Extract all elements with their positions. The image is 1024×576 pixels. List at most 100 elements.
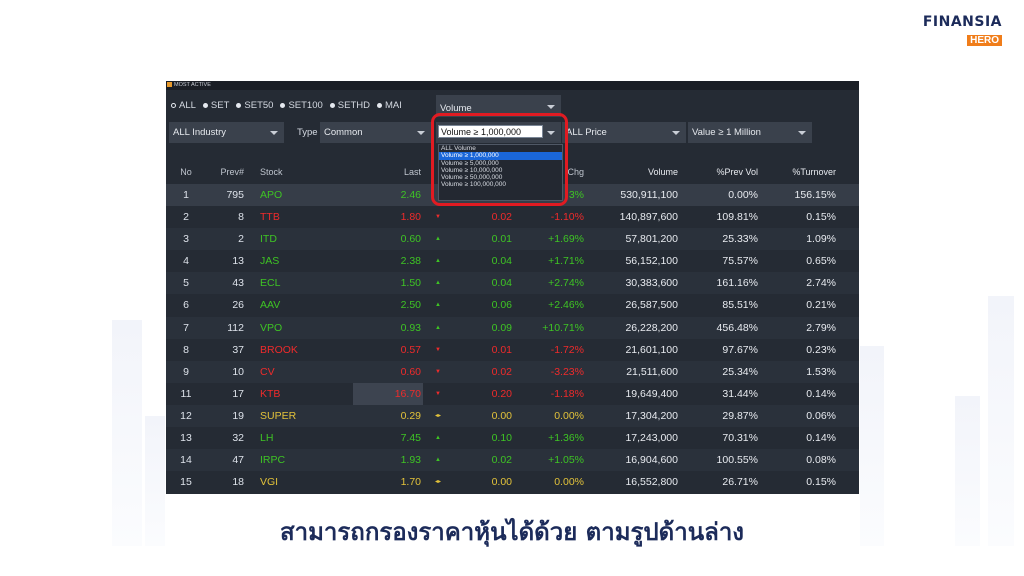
cell-volume: 16,552,800 <box>625 476 678 489</box>
col-turnover[interactable]: %Turnover <box>764 167 836 177</box>
table-row[interactable]: 15 18 VGI 1.70 ◂▸ 0.00 0.00% 16,552,800 26.71% 0.… <box>166 471 859 493</box>
cell-turnover: 0.23% <box>806 343 836 356</box>
cell-prev-vol: 161.16% <box>716 277 758 290</box>
cell-prev-vol: 25.33% <box>722 233 758 246</box>
cell-no: 5 <box>183 277 189 290</box>
panel-icon <box>167 82 172 88</box>
cell-stock[interactable]: ITD <box>260 228 277 250</box>
market-radio-sethd[interactable]: SETHD <box>329 100 370 111</box>
cell-prev: 10 <box>232 365 244 378</box>
cell-no: 2 <box>183 211 189 224</box>
table-row[interactable]: 7 112 VPO 0.93 ▲ 0.09 +10.71% 26,228,200 456.48%… <box>166 316 859 339</box>
radio-icon <box>171 102 176 108</box>
table-row[interactable]: 4 13 JAS 2.38 ▲ 0.04 +1.71% 56,152,100 75.57% 0.6… <box>166 250 859 272</box>
type-select[interactable]: Common <box>320 122 431 143</box>
col-prev[interactable]: Prev# <box>214 167 244 177</box>
col-no[interactable]: No <box>178 167 194 177</box>
cell-stock[interactable]: JAS <box>260 250 279 272</box>
market-radio-mai[interactable]: MAI <box>376 100 402 111</box>
cell-prev-vol: 97.67% <box>722 343 758 356</box>
cell-pchg: +1.05% <box>548 454 584 467</box>
cell-last: 1.50 <box>400 277 421 290</box>
cell-volume: 26,228,200 <box>625 321 678 334</box>
cell-chg: 0.06 <box>491 299 512 312</box>
table-row[interactable]: 5 43 ECL 1.50 ▲ 0.04 +2.74% 30,383,600 161.16% 2.… <box>166 272 859 295</box>
cell-pchg: +1.36% <box>548 432 584 445</box>
type-value: Common <box>324 127 363 138</box>
cell-no: 15 <box>180 476 192 489</box>
table-row[interactable]: 2 8 TTB 1.80 ▼ 0.02 -1.10% 140,897,600 109.81% 0.… <box>166 206 859 228</box>
cell-turnover: 0.06% <box>806 409 836 422</box>
cell-pchg: -1.10% <box>550 211 584 224</box>
cell-stock[interactable]: IRPC <box>260 449 285 471</box>
cell-stock[interactable]: ECL <box>260 272 280 294</box>
cell-stock[interactable]: LH <box>260 427 273 449</box>
cell-stock[interactable]: CV <box>260 361 275 383</box>
cell-chg: 0.02 <box>491 454 512 467</box>
cell-stock[interactable]: VGI <box>260 471 278 493</box>
table-row[interactable]: 13 32 LH 7.45 ▲ 0.10 +1.36% 17,243,000 70.31% 0.1… <box>166 427 859 449</box>
cell-stock[interactable]: KTB <box>260 383 280 405</box>
col-last[interactable]: Last <box>356 167 421 177</box>
cell-chg: 0.10 <box>491 432 512 445</box>
cell-turnover: 0.14% <box>806 432 836 445</box>
cell-chg: 0.00 <box>491 476 512 489</box>
market-radio-set100[interactable]: SET100 <box>280 100 323 111</box>
chevron-down-icon <box>270 131 278 135</box>
cell-no: 4 <box>183 255 189 268</box>
cell-stock[interactable]: BROOK <box>260 339 298 361</box>
cell-prev-vol: 70.31% <box>722 432 758 445</box>
cell-stock[interactable]: SUPER <box>260 405 296 427</box>
cell-stock[interactable]: TTB <box>260 206 280 228</box>
cell-last: 0.60 <box>400 365 421 378</box>
value-select[interactable]: Value ≥ 1 Million <box>688 122 812 143</box>
cell-stock[interactable]: APO <box>260 184 282 206</box>
col-prev-vol[interactable]: %Prev Vol <box>682 167 758 177</box>
cell-pchg: +1.71% <box>548 255 584 268</box>
radio-icon <box>376 102 382 108</box>
arrow-up-icon: ▲ <box>435 302 441 309</box>
market-radio-all[interactable]: ALL <box>171 100 196 111</box>
table-row[interactable]: 11 17 KTB 16.70 ▼ 0.20 -1.18% 19,649,400 31.44% 0… <box>166 382 859 405</box>
cell-no: 12 <box>180 409 192 422</box>
cell-volume: 17,243,000 <box>625 432 678 445</box>
cell-stock[interactable]: VPO <box>260 317 282 339</box>
cell-pchg: +1.69% <box>548 233 584 246</box>
table-row[interactable]: 12 19 SUPER 0.29 ◂▸ 0.00 0.00% 17,304,200 29.87%… <box>166 404 859 428</box>
cell-stock[interactable]: AAV <box>260 294 280 316</box>
cell-no: 8 <box>183 343 189 356</box>
cell-chg: 0.00 <box>491 409 512 422</box>
cell-turnover: 2.74% <box>806 277 836 290</box>
price-select[interactable]: ALL Price <box>562 122 686 143</box>
chevron-down-icon <box>417 131 425 135</box>
arrow-up-icon: ▲ <box>435 280 441 287</box>
cell-volume: 56,152,100 <box>625 255 678 268</box>
table-row[interactable]: 14 47 IRPC 1.93 ▲ 0.02 +1.05% 16,904,600 100.55%… <box>166 449 859 472</box>
market-radio-set50[interactable]: SET50 <box>236 100 273 111</box>
cell-last: 2.38 <box>400 255 421 268</box>
table-row[interactable]: 6 26 AAV 2.50 ▲ 0.06 +2.46% 26,587,500 85.51% 0.2… <box>166 294 859 316</box>
cell-turnover: 0.15% <box>806 476 836 489</box>
table-row[interactable]: 8 37 BROOK 0.57 ▼ 0.01 -1.72% 21,601,100 97.67% 0… <box>166 339 859 361</box>
cell-prev: 32 <box>232 432 244 445</box>
cell-last: 16.70 <box>394 387 421 400</box>
finansia-hero-logo: FINANSIA HERO <box>923 14 1002 48</box>
radio-icon <box>280 102 286 108</box>
market-radio-set[interactable]: SET <box>202 100 229 111</box>
col-volume[interactable]: Volume <box>594 167 678 177</box>
table-row[interactable]: 3 2 ITD 0.60 ▲ 0.01 +1.69% 57,801,200 25.33% 1.09… <box>166 228 859 251</box>
cell-no: 9 <box>183 365 189 378</box>
cell-prev: 112 <box>227 321 244 334</box>
industry-select[interactable]: ALL Industry <box>169 122 284 143</box>
cell-last: 0.93 <box>400 321 421 334</box>
chevron-down-icon <box>672 131 680 135</box>
cell-volume: 16,904,600 <box>625 454 678 467</box>
cell-volume: 26,587,500 <box>625 299 678 312</box>
cell-prev: 43 <box>232 277 244 290</box>
market-label: SET50 <box>244 100 274 111</box>
panel-title: MOST ACTIVE <box>174 82 211 88</box>
table-row[interactable]: 9 10 CV 0.60 ▼ 0.02 -3.23% 21,511,600 25.34% 1.53… <box>166 360 859 383</box>
cell-last: 1.93 <box>400 454 421 467</box>
col-stock[interactable]: Stock <box>260 167 283 177</box>
cell-prev: 795 <box>226 189 244 201</box>
